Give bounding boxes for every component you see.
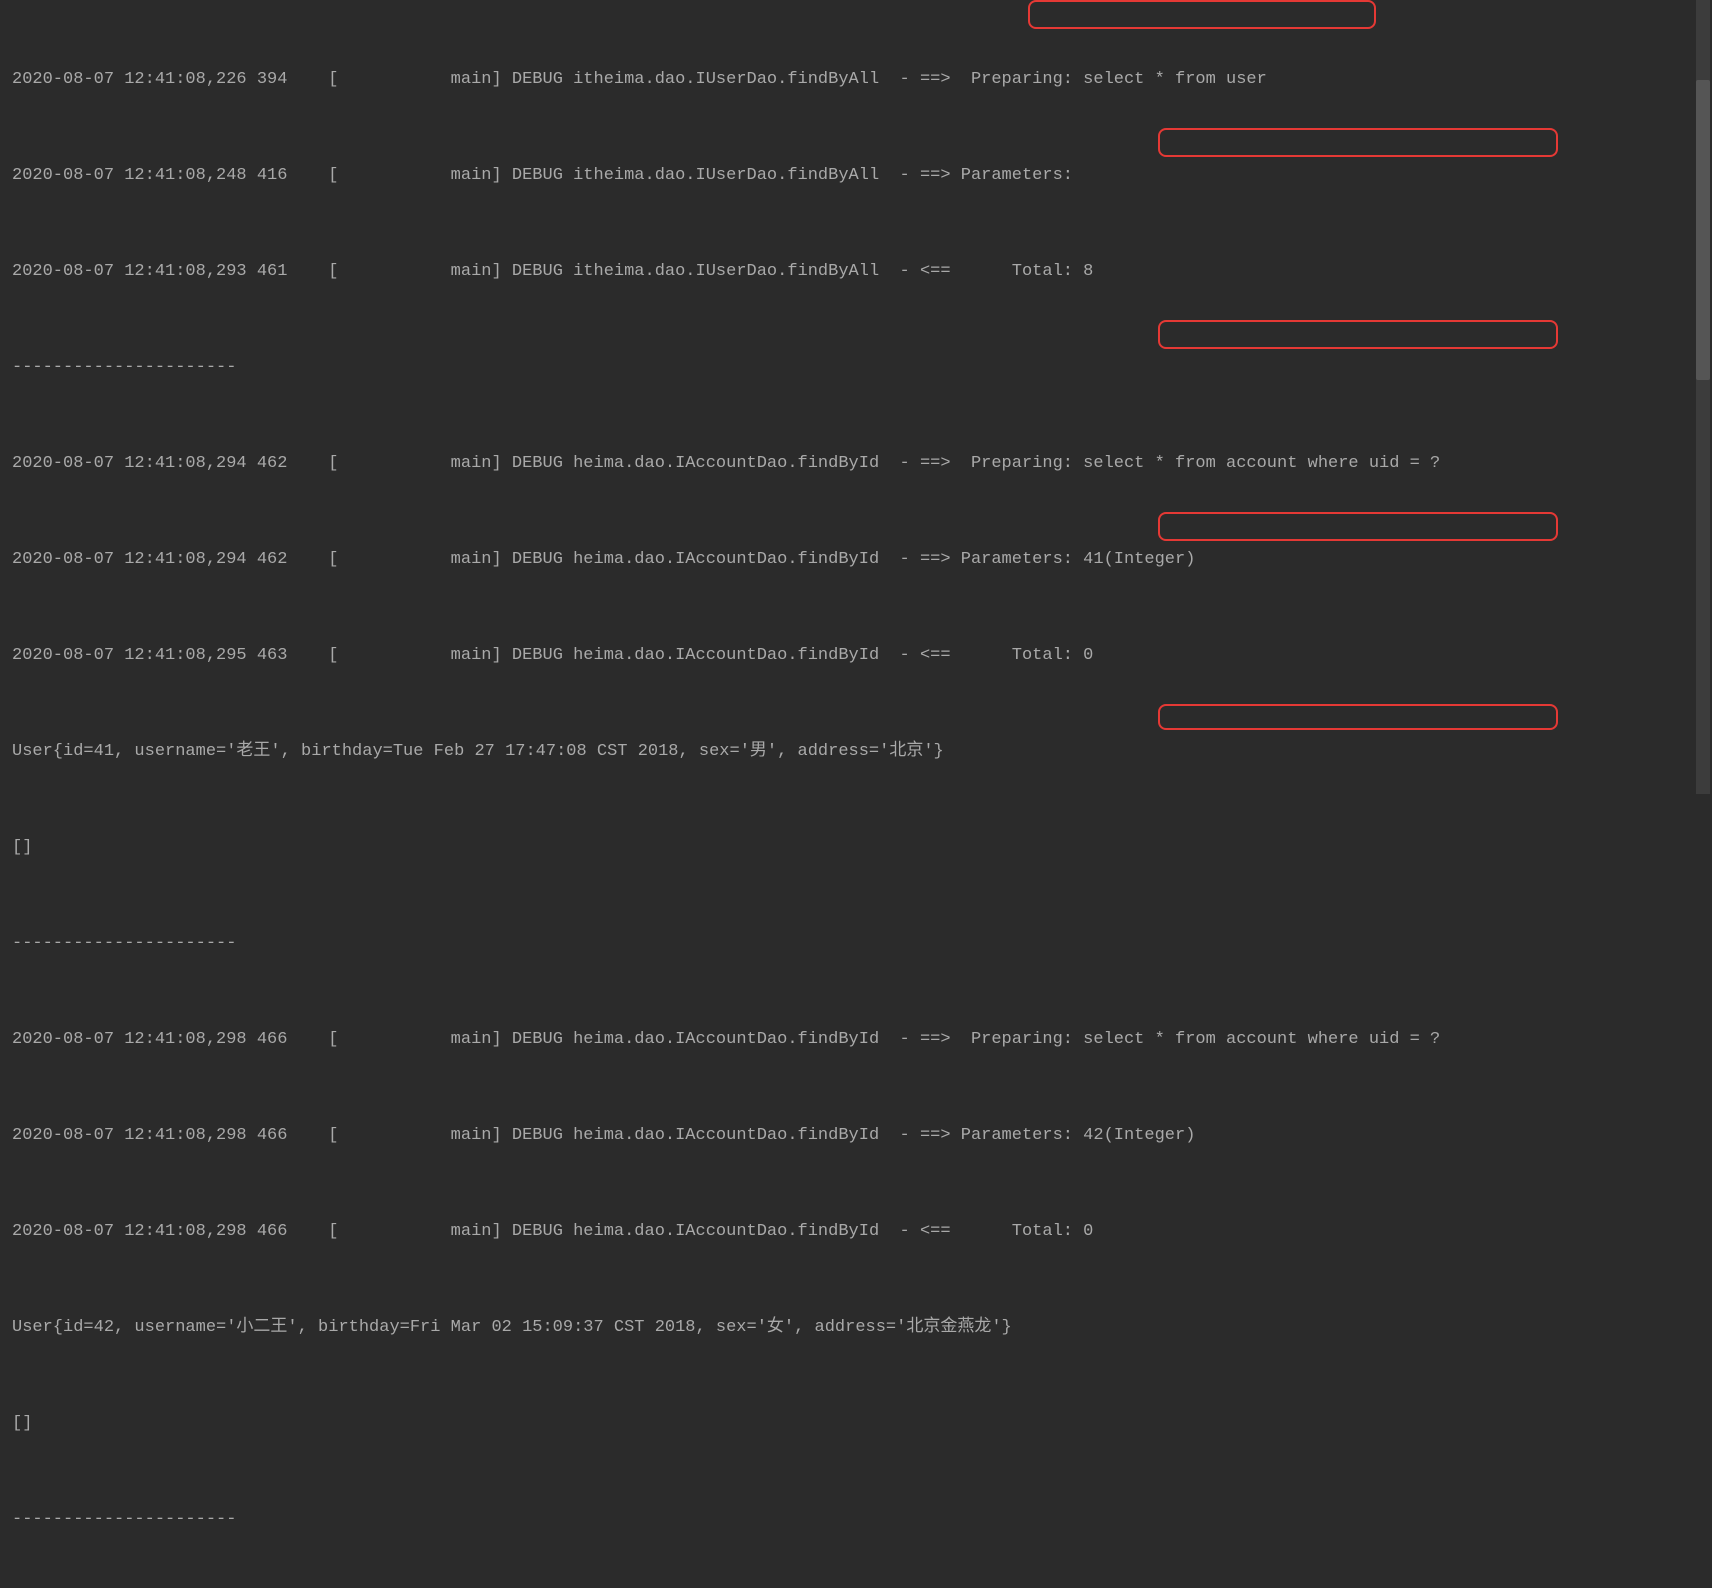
log-line: 2020-08-07 12:41:08,295 463 [ main] DEBU…	[12, 640, 1700, 672]
vertical-scrollbar-thumb[interactable]	[1696, 80, 1710, 380]
log-line: 2020-08-07 12:41:08,298 466 [ main] DEBU…	[12, 1216, 1700, 1248]
log-line: User{id=41, username='老王', birthday=Tue …	[12, 736, 1700, 768]
console-log-output: 2020-08-07 12:41:08,226 394 [ main] DEBU…	[0, 0, 1712, 1588]
log-line: 2020-08-07 12:41:08,293 461 [ main] DEBU…	[12, 256, 1700, 288]
log-line: ----------------------	[12, 1504, 1700, 1536]
log-line: 2020-08-07 12:41:08,226 394 [ main] DEBU…	[12, 64, 1700, 96]
log-line: []	[12, 1408, 1700, 1440]
log-line: 2020-08-07 12:41:08,298 466 [ main] DEBU…	[12, 1024, 1700, 1056]
log-line: ----------------------	[12, 352, 1700, 384]
log-line: 2020-08-07 12:41:08,294 462 [ main] DEBU…	[12, 544, 1700, 576]
log-line: 2020-08-07 12:41:08,298 466 [ main] DEBU…	[12, 1120, 1700, 1152]
log-line: ----------------------	[12, 928, 1700, 960]
log-line: 2020-08-07 12:41:08,294 462 [ main] DEBU…	[12, 448, 1700, 480]
log-line: User{id=42, username='小二王', birthday=Fri…	[12, 1312, 1700, 1344]
log-line: []	[12, 832, 1700, 864]
log-line: 2020-08-07 12:41:08,248 416 [ main] DEBU…	[12, 160, 1700, 192]
